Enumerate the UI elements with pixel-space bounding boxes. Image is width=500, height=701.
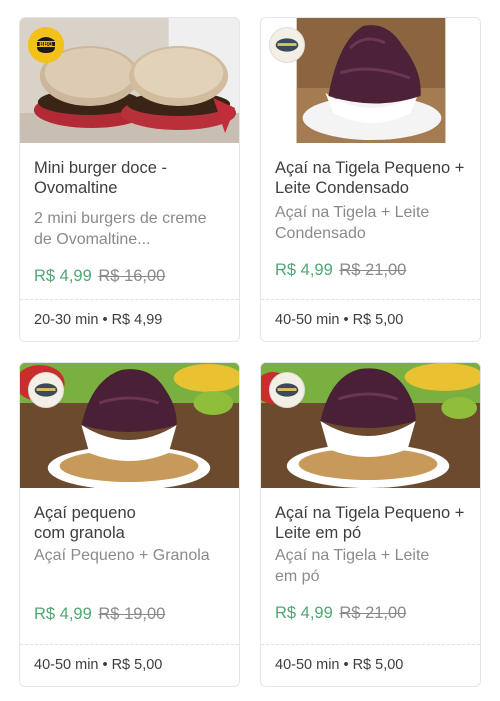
original-price: R$ 21,00	[339, 261, 407, 279]
delivery-fee: R$ 5,00	[111, 657, 163, 673]
delivery-time: 20-30 min	[34, 312, 99, 328]
separator: •	[102, 657, 108, 673]
current-price: R$ 4,99	[34, 267, 92, 285]
price-row: R$ 4,99 R$ 21,00	[275, 603, 466, 623]
product-image	[261, 18, 480, 143]
product-card[interactable]: Açaí na Tigela Pequeno + Leite em pó Aça…	[260, 362, 481, 687]
restaurant-logo	[28, 372, 64, 408]
original-price: R$ 19,00	[98, 605, 166, 623]
product-title: Açaí na Tigela Pequeno + Leite Condensad…	[275, 159, 465, 197]
price-row: R$ 4,99 R$ 16,00	[34, 266, 225, 286]
product-card[interactable]: Açaí pequeno com granola Açaí Pequeno + …	[19, 362, 240, 687]
delivery-fee: R$ 5,00	[352, 312, 404, 328]
product-description: 2 mini burgers de creme de Ovomaltine...	[34, 210, 207, 248]
delivery-info: 40-50 min • R$ 5,00	[261, 644, 480, 686]
original-price: R$ 16,00	[98, 267, 166, 285]
restaurant-logo: BBG	[28, 27, 64, 63]
delivery-fee: R$ 5,00	[352, 657, 404, 673]
product-card[interactable]: Açaí na Tigela Pequeno + Leite Condensad…	[260, 17, 481, 342]
original-price: R$ 21,00	[339, 604, 407, 622]
product-image: BBG	[20, 18, 239, 143]
price-row: R$ 4,99 R$ 21,00	[275, 260, 466, 280]
product-title: Mini burger doce - Ovomaltine	[34, 159, 167, 197]
svg-text:BBG: BBG	[39, 42, 53, 48]
product-title: Açaí pequeno com granola	[34, 504, 136, 542]
product-title: Açaí na Tigela Pequeno + Leite em pó	[275, 504, 465, 542]
price-row: R$ 4,99 R$ 19,00	[34, 604, 225, 624]
separator: •	[343, 657, 349, 673]
delivery-time: 40-50 min	[275, 312, 340, 328]
current-price: R$ 4,99	[34, 605, 92, 623]
delivery-time: 40-50 min	[275, 657, 340, 673]
product-description: Açaí Pequeno + Granola	[34, 547, 210, 564]
delivery-time: 40-50 min	[34, 657, 99, 673]
separator: •	[102, 312, 108, 328]
restaurant-logo	[269, 27, 305, 63]
delivery-info: 40-50 min • R$ 5,00	[20, 644, 239, 686]
delivery-info: 40-50 min • R$ 5,00	[261, 299, 480, 341]
separator: •	[343, 312, 349, 328]
product-image	[261, 363, 480, 488]
product-description: Açaí na Tigela + Leite Condensado	[275, 204, 430, 242]
product-image	[20, 363, 239, 488]
current-price: R$ 4,99	[275, 261, 333, 279]
current-price: R$ 4,99	[275, 604, 333, 622]
product-description: Açaí na Tigela + Leite em pó	[275, 547, 430, 585]
delivery-fee: R$ 4,99	[111, 312, 163, 328]
delivery-info: 20-30 min • R$ 4,99	[20, 299, 239, 341]
product-card[interactable]: BBG Mini burger doce - Ovomaltine 2 mini…	[19, 17, 240, 342]
restaurant-logo	[269, 372, 305, 408]
